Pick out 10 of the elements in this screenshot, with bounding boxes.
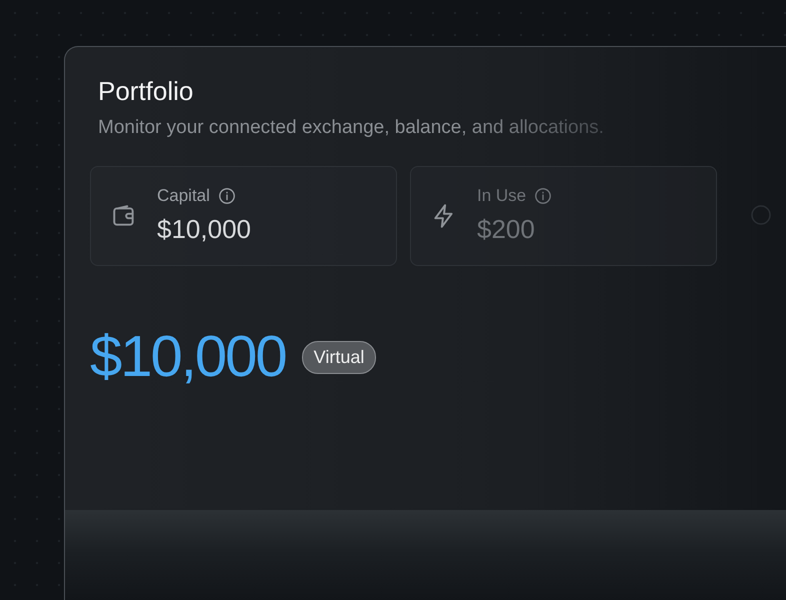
info-icon[interactable] bbox=[218, 186, 236, 205]
page-title: Portfolio bbox=[98, 77, 194, 106]
stat-value: $10,000 bbox=[157, 213, 251, 246]
circle-icon bbox=[750, 204, 772, 226]
virtual-badge: Virtual bbox=[302, 340, 376, 374]
info-icon[interactable] bbox=[534, 186, 552, 205]
stat-label: Capital bbox=[157, 184, 210, 207]
balance-amount: $10,000 bbox=[90, 328, 286, 386]
stat-label: In Use bbox=[477, 184, 526, 207]
stat-value: $200 bbox=[477, 213, 535, 246]
